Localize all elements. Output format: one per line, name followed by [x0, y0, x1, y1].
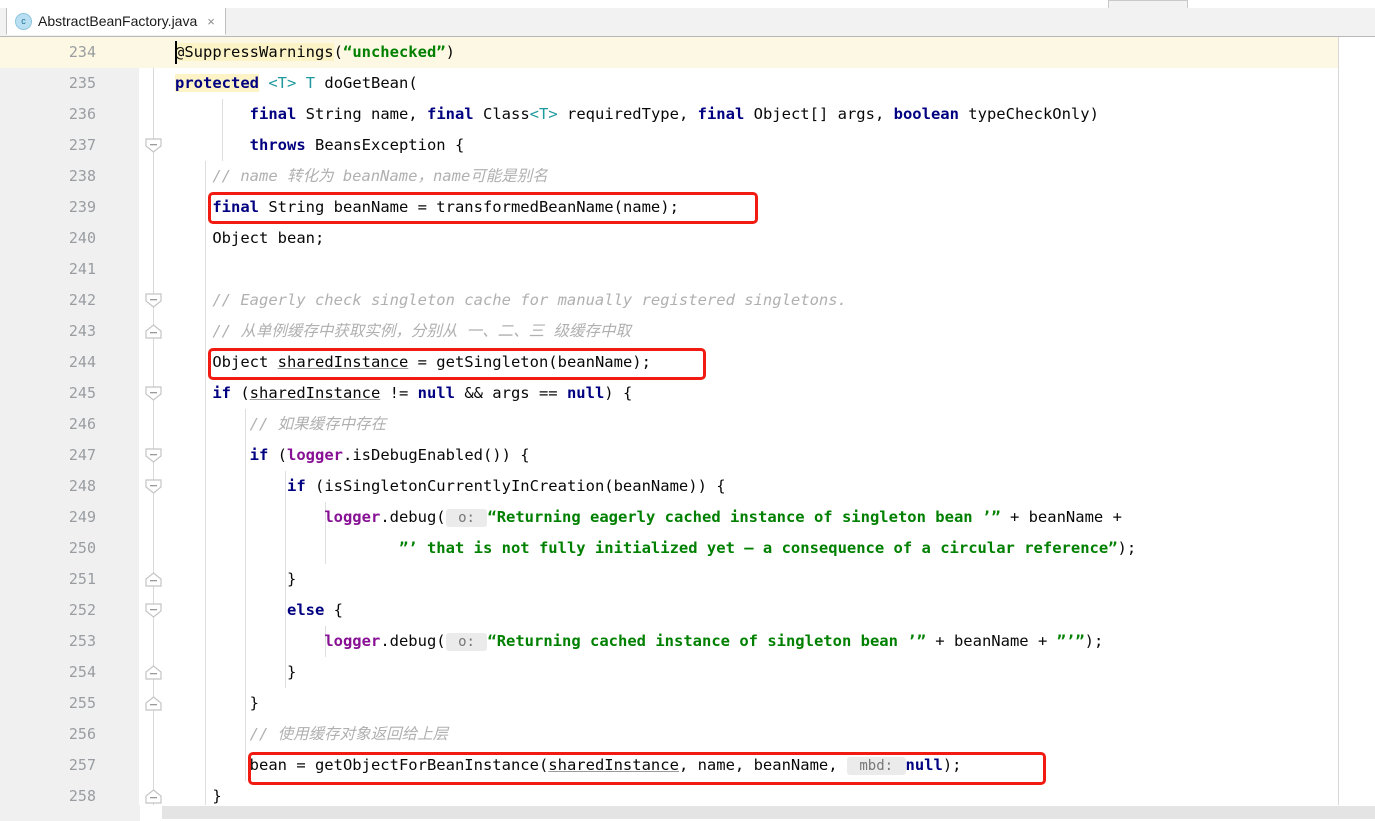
code-line[interactable]: 253 logger.debug( o: “Returning cached i…	[0, 626, 1375, 657]
code-text: // 从单例缓存中获取实例，分别从 一、二、三 级缓存中取	[212, 322, 631, 340]
line-number: 236	[68, 105, 96, 123]
code-line[interactable]: 236 final String name, final Class<T> re…	[0, 99, 1375, 130]
line-number: 257	[68, 756, 96, 774]
right-separator	[1338, 37, 1339, 805]
code-editor[interactable]: 234 @SuppressWarnings(“unchecked”) 235 prot…	[0, 37, 1375, 805]
code-text: // Eagerly check singleton cache for man…	[212, 291, 847, 309]
fold-expand-icon[interactable]	[145, 572, 162, 587]
code-text: logger.debug( o: “Returning cached insta…	[324, 632, 1104, 651]
code-line[interactable]: 242 // Eagerly check singleton cache for…	[0, 285, 1375, 316]
line-number: 243	[68, 322, 96, 340]
code-line[interactable]: 241	[0, 254, 1375, 285]
code-text: @SuppressWarnings(“unchecked”)	[175, 43, 455, 61]
line-number: 248	[68, 477, 96, 495]
fold-collapse-icon[interactable]	[145, 386, 162, 401]
code-text: }	[175, 787, 222, 805]
code-line[interactable]: 248 if (isSingletonCurrentlyInCreation(b…	[0, 471, 1375, 502]
java-class-icon: c	[15, 12, 32, 30]
indent-guide	[205, 254, 206, 285]
code-text: Object sharedInstance = getSingleton(bea…	[175, 353, 651, 371]
code-text: else {	[286, 601, 343, 619]
code-line[interactable]: 239 final String beanName = transformedB…	[0, 192, 1375, 223]
code-text: logger.debug( o: “Returning eagerly cach…	[324, 508, 1122, 527]
code-line[interactable]: 257 bean = getObjectForBeanInstance(shar…	[0, 750, 1375, 781]
line-number: 238	[68, 167, 96, 185]
fold-collapse-icon[interactable]	[145, 293, 162, 308]
line-number: 253	[68, 632, 96, 650]
line-number: 252	[68, 601, 96, 619]
code-line[interactable]: 258 }	[0, 781, 1375, 805]
line-number: 246	[68, 415, 96, 433]
code-rows: 234 @SuppressWarnings(“unchecked”) 235 prot…	[0, 37, 1375, 805]
editor-tab-bar: c AbstractBeanFactory.java ×	[0, 8, 1375, 37]
code-line[interactable]: 245 if (sharedInstance != null && args =…	[0, 378, 1375, 409]
line-number: 240	[68, 229, 96, 247]
fold-expand-icon[interactable]	[145, 665, 162, 680]
code-line[interactable]: 250 ”’ that is not fully initialized yet…	[0, 533, 1375, 564]
code-text: }	[175, 570, 297, 588]
fold-expand-icon[interactable]	[145, 324, 162, 339]
line-number: 249	[68, 508, 96, 526]
code-text: ”’ that is not fully initialized yet – a…	[398, 539, 1137, 557]
code-text: if (sharedInstance != null && args == nu…	[212, 384, 633, 402]
line-number: 255	[68, 694, 96, 712]
line-number: 247	[68, 446, 96, 464]
code-line[interactable]: 251 }	[0, 564, 1375, 595]
code-text: }	[175, 694, 259, 712]
fold-collapse-icon[interactable]	[145, 138, 162, 153]
code-text: Object bean;	[175, 229, 325, 247]
code-text: if (logger.isDebugEnabled()) {	[249, 446, 530, 464]
line-number: 241	[68, 260, 96, 278]
code-text: // name 转化为 beanName，name可能是别名	[212, 167, 548, 185]
code-text: final String beanName = transformedBeanN…	[212, 198, 679, 216]
fold-collapse-icon[interactable]	[145, 603, 162, 618]
fold-collapse-icon[interactable]	[145, 479, 162, 494]
line-number: 235	[68, 74, 96, 92]
text-caret	[175, 41, 177, 64]
code-line[interactable]: 244 Object sharedInstance = getSingleton…	[0, 347, 1375, 378]
fold-expand-icon[interactable]	[145, 789, 162, 804]
fold-collapse-icon[interactable]	[145, 448, 162, 463]
code-line[interactable]: 238 // name 转化为 beanName，name可能是别名	[0, 161, 1375, 192]
code-line[interactable]: 246 // 如果缓存中存在	[0, 409, 1375, 440]
code-text: // 使用缓存对象返回给上层	[249, 725, 449, 743]
editor-window: c AbstractBeanFactory.java × 234 @Suppres…	[0, 0, 1375, 821]
line-number: 256	[68, 725, 96, 743]
code-line[interactable]: 254 }	[0, 657, 1375, 688]
line-number: 239	[68, 198, 96, 216]
code-text: // 如果缓存中存在	[249, 415, 387, 433]
code-line[interactable]: 255 }	[0, 688, 1375, 719]
code-text: if (isSingletonCurrentlyInCreation(beanN…	[286, 477, 726, 495]
line-number: 250	[68, 539, 96, 557]
tab-label: AbstractBeanFactory.java	[38, 13, 198, 29]
horizontal-scrollbar-track[interactable]	[162, 806, 1375, 819]
code-line[interactable]: 234 @SuppressWarnings(“unchecked”)	[0, 37, 1375, 68]
line-number: 245	[68, 384, 96, 402]
line-number: 234	[68, 43, 96, 61]
code-text: }	[175, 663, 297, 681]
code-line[interactable]: 237 throws BeansException {	[0, 130, 1375, 161]
code-text: bean = getObjectForBeanInstance(sharedIn…	[175, 756, 962, 775]
code-line[interactable]: 243 // 从单例缓存中获取实例，分别从 一、二、三 级缓存中取	[0, 316, 1375, 347]
tab-abstractbeanfactory-java[interactable]: c AbstractBeanFactory.java ×	[6, 8, 226, 35]
code-line[interactable]: 247 if (logger.isDebugEnabled()) {	[0, 440, 1375, 471]
code-line[interactable]: 256 // 使用缓存对象返回给上层	[0, 719, 1375, 750]
code-text: protected <T> T doGetBean(	[175, 74, 418, 92]
line-number: 258	[68, 787, 96, 805]
code-line[interactable]: 249 logger.debug( o: “Returning eagerly …	[0, 502, 1375, 533]
line-number: 244	[68, 353, 96, 371]
code-line[interactable]: 240 Object bean;	[0, 223, 1375, 254]
line-number: 242	[68, 291, 96, 309]
line-number: 251	[68, 570, 96, 588]
close-icon[interactable]: ×	[207, 14, 215, 29]
fold-expand-icon[interactable]	[145, 696, 162, 711]
horizontal-scrollbar-gutter	[0, 805, 140, 821]
line-number: 237	[68, 136, 96, 154]
code-text: throws BeansException {	[249, 136, 465, 154]
code-text: final String name, final Class<T> requir…	[249, 105, 1099, 123]
line-background	[0, 254, 1338, 285]
line-number: 254	[68, 663, 96, 681]
code-line[interactable]: 235 protected <T> T doGetBean(	[0, 68, 1375, 99]
code-line[interactable]: 252 else {	[0, 595, 1375, 626]
